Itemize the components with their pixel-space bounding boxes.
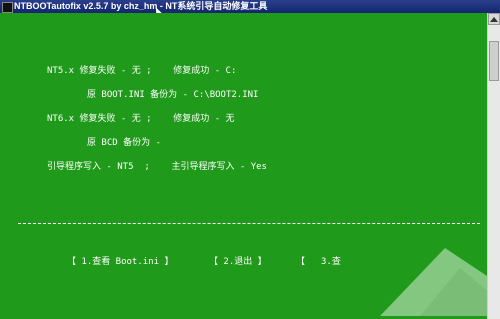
bootloader-status-line: 引导程序写入 - NT5 ; 主引导程序写入 - Yes: [47, 162, 267, 172]
app-window: NTBOOTautofix v2.5.7 by chz_hm - NT系统引导自…: [0, 0, 500, 319]
divider-line: [18, 223, 480, 224]
scroll-up-button[interactable]: [488, 13, 500, 25]
menu-view-boot-ini[interactable]: 【 1.查看 Boot.ini 】: [67, 256, 173, 268]
scrollbar-thumb[interactable]: [489, 41, 499, 81]
nt6-backup-line: 原 BCD 备份为 -: [87, 138, 161, 148]
window-title: NTBOOTautofix v2.5.7 by chz_hm - NT系统引导自…: [14, 1, 268, 11]
menu-exit[interactable]: 【 2.退出 】: [209, 256, 267, 268]
watermark-logo: [380, 248, 490, 316]
vertical-scrollbar[interactable]: [487, 13, 500, 319]
nt5-status-line: NT5.x 修复失败 - 无 ; 修复成功 - C:: [47, 66, 237, 76]
scroll-up-arrow-icon: [490, 16, 498, 22]
menu-item3-bracket[interactable]: 【: [296, 256, 305, 268]
nt5-backup-line: 原 BOOT.INI 备份为 - C:\BOOT2.INI: [87, 90, 259, 100]
system-menu-icon[interactable]: [2, 2, 13, 13]
title-bar[interactable]: NTBOOTautofix v2.5.7 by chz_hm - NT系统引导自…: [0, 0, 500, 13]
menu-item3-label[interactable]: 3.查: [321, 256, 341, 268]
nt6-status-line: NT6.x 修复失败 - 无 ; 修复成功 - 无: [47, 114, 235, 124]
